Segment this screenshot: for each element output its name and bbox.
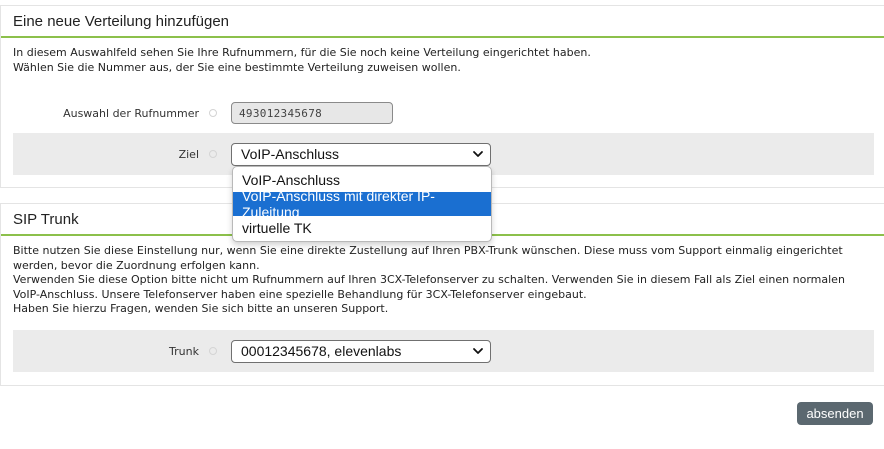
number-row: Auswahl der Rufnummer 493012345678	[13, 92, 874, 134]
help-dot-icon	[209, 150, 217, 158]
sip-description-line: Bitte nutzen Sie diese Einstellung nur, …	[13, 244, 843, 257]
chevron-down-icon	[473, 347, 483, 354]
target-label: Ziel	[178, 147, 199, 161]
distribution-section-title: Eine neue Verteilung hinzufügen	[13, 12, 230, 30]
target-select[interactable]: VoIP-Anschluss	[231, 142, 491, 166]
sip-trunk-section-title: SIP Trunk	[13, 210, 79, 228]
trunk-label: Trunk	[169, 344, 199, 358]
distribution-description: In diesem Auswahlfeld sehen Sie Ihre Ruf…	[1, 38, 884, 75]
distribution-section-header: Eine neue Verteilung hinzufügen	[1, 6, 884, 38]
trunk-row: Trunk 00012345678, elevenlabs	[13, 330, 874, 372]
number-label: Auswahl der Rufnummer	[63, 106, 199, 120]
sip-description-line: VoIP-Anschluss. Unsere Telefonserver hab…	[13, 287, 587, 301]
sip-trunk-description: Bitte nutzen Sie diese Einstellung nur, …	[1, 236, 884, 317]
trunk-select-value: 00012345678, elevenlabs	[241, 343, 402, 359]
target-dropdown-list: VoIP-Anschluss VoIP-Anschluss mit direkt…	[232, 166, 492, 242]
distribution-description-line: Wählen Sie die Nummer aus, der Sie eine …	[13, 60, 461, 74]
target-option-voip-direct-ip[interactable]: VoIP-Anschluss mit direkter IP-Zuleitung	[233, 188, 491, 220]
distribution-section: Eine neue Verteilung hinzufügen In diese…	[0, 5, 884, 188]
sip-description-line: Haben Sie hierzu Fragen, wenden Sie sich…	[13, 302, 389, 315]
chevron-down-icon	[473, 150, 483, 157]
help-dot-icon	[209, 347, 217, 355]
sip-description-line: werden, bevor die Zuordnung erfolgen kan…	[13, 258, 260, 272]
target-select-value: VoIP-Anschluss	[241, 146, 340, 162]
phone-number-field: 493012345678	[231, 102, 393, 124]
submit-button[interactable]: absenden	[797, 402, 873, 425]
help-dot-icon	[209, 109, 217, 117]
distribution-description-line: In diesem Auswahlfeld sehen Sie Ihre Ruf…	[13, 46, 591, 59]
trunk-select[interactable]: 00012345678, elevenlabs	[231, 339, 491, 363]
sip-description-line: Verwenden Sie diese Option bitte nicht u…	[13, 273, 845, 286]
